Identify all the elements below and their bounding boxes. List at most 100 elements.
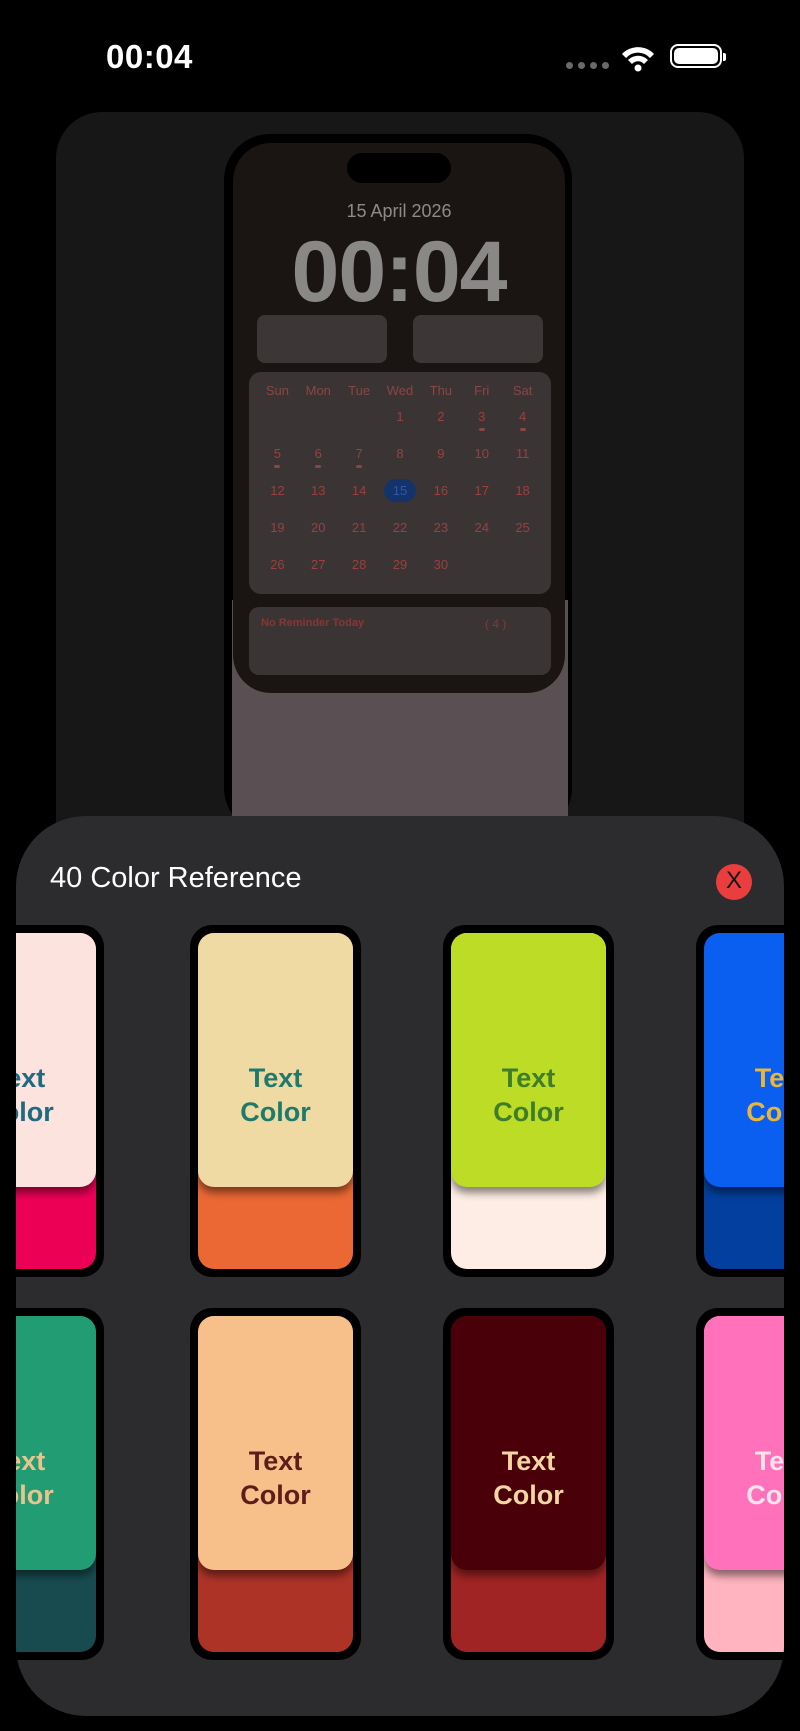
color-swatch-card[interactable]: Text Color: [696, 1308, 784, 1660]
preview-date: 15 April 2026: [346, 201, 452, 221]
calendar-day[interactable]: 27: [298, 550, 339, 587]
swatch-text-line: Text: [754, 1446, 784, 1476]
swatch-text-line: Color: [240, 1480, 311, 1510]
swatch-text-line: Text: [501, 1446, 556, 1476]
calendar-day[interactable]: 7: [339, 439, 380, 476]
swatch-text-line: Color: [16, 1480, 54, 1510]
calendar-grid: Sun Mon Tue Wed Thu Fri Sat 1 2 3 4 5 6 7 8 9 10 11 12 13 14…: [257, 380, 543, 587]
dynamic-island: [347, 153, 451, 183]
calendar-day[interactable]: 21: [339, 513, 380, 550]
cellular-signal-icon: [566, 62, 609, 69]
swatch-main-color: Text Color: [704, 1316, 784, 1570]
calendar-day[interactable]: 1: [380, 402, 421, 439]
calendar-weekday: Sun: [265, 383, 289, 398]
color-swatch-card[interactable]: Text Color: [190, 1308, 361, 1660]
calendar-day[interactable]: 19: [257, 513, 298, 550]
calendar-day[interactable]: 11: [502, 439, 543, 476]
close-button[interactable]: X: [716, 864, 752, 900]
swatch-main-color: Text Color: [704, 933, 784, 1187]
color-swatch-card[interactable]: Text Color: [16, 1308, 104, 1660]
preview-widget-right: [413, 315, 543, 363]
calendar-day[interactable]: 24: [461, 513, 502, 550]
calendar-day[interactable]: 26: [257, 550, 298, 587]
swatch-text-line: Text: [501, 1063, 556, 1093]
calendar-event-marker: [356, 465, 363, 468]
swatch-text-line: Text: [248, 1446, 303, 1476]
calendar-day[interactable]: 2: [420, 402, 461, 439]
swatch-main-color: Text Color: [198, 1316, 353, 1570]
calendar-day[interactable]: 16: [420, 476, 461, 513]
calendar-day[interactable]: 6: [298, 439, 339, 476]
swatch-text-line: Text: [16, 1446, 46, 1476]
calendar-event-marker: [478, 428, 485, 431]
swatch-text-sample: Text Color: [451, 1444, 606, 1512]
swatch-text-line: Color: [493, 1480, 564, 1510]
swatch-text-line: Color: [240, 1097, 311, 1127]
calendar-day[interactable]: 17: [461, 476, 502, 513]
calendar-day[interactable]: 30: [420, 550, 461, 587]
calendar-day[interactable]: 5: [257, 439, 298, 476]
wifi-icon: [622, 47, 654, 72]
swatch-text-sample: Text Color: [704, 1061, 784, 1129]
calendar-day[interactable]: 9: [420, 439, 461, 476]
swatch-main-color: Text Color: [451, 933, 606, 1187]
battery-icon: [670, 44, 726, 68]
swatch-text-sample: Text Color: [198, 1444, 353, 1512]
calendar-day[interactable]: 18: [502, 476, 543, 513]
color-swatch-card[interactable]: Text Color: [443, 1308, 614, 1660]
color-swatch-card[interactable]: Text Color: [16, 925, 104, 1277]
swatch-text-line: Color: [493, 1097, 564, 1127]
swatch-text-line: Text: [16, 1063, 46, 1093]
calendar-empty-cell: [298, 402, 339, 439]
swatch-main-color: Text Color: [16, 1316, 96, 1570]
calendar-day[interactable]: 14: [339, 476, 380, 513]
swatch-main-color: Text Color: [451, 1316, 606, 1570]
calendar-day[interactable]: 15: [380, 476, 421, 513]
swatch-text-sample: Text Color: [198, 1061, 353, 1129]
calendar-day[interactable]: 4: [502, 402, 543, 439]
calendar-empty-cell: [339, 402, 380, 439]
calendar-empty-cell: [257, 402, 298, 439]
swatch-text-sample: Text Color: [451, 1061, 606, 1129]
calendar-day[interactable]: 25: [502, 513, 543, 550]
calendar-weekday: Tue: [348, 383, 371, 398]
reminder-count: ( 4 ): [485, 617, 507, 631]
calendar-widget: Sun Mon Tue Wed Thu Fri Sat 1 2 3 4 5 6 7 8 9 10 11 12 13 14…: [249, 372, 551, 594]
swatch-text-line: Color: [746, 1480, 784, 1510]
swatch-main-color: Text Color: [16, 933, 96, 1187]
calendar-day[interactable]: 12: [257, 476, 298, 513]
calendar-day[interactable]: 8: [380, 439, 421, 476]
calendar-day[interactable]: 10: [461, 439, 502, 476]
calendar-event-marker: [519, 428, 526, 431]
swatch-main-color: Text Color: [198, 933, 353, 1187]
reminder-text: No Reminder Today: [261, 617, 365, 629]
preview-widget-left: [257, 315, 387, 363]
swatch-text-sample: Text Color: [16, 1061, 96, 1129]
status-time: 00:04: [106, 38, 193, 75]
swatch-text-line: Color: [16, 1097, 54, 1127]
calendar-event-marker: [274, 465, 281, 468]
color-swatch-card[interactable]: Text Color: [190, 925, 361, 1277]
swatch-text-sample: Text Color: [704, 1444, 784, 1512]
reminder-widget: No Reminder Today ( 4 ): [249, 607, 551, 675]
calendar-day[interactable]: 22: [380, 513, 421, 550]
calendar-day[interactable]: 23: [420, 513, 461, 550]
calendar-event-marker: [315, 465, 322, 468]
color-reference-sheet: 40 Color Reference X Text Color Text Color T…: [16, 816, 784, 1716]
calendar-day[interactable]: 28: [339, 550, 380, 587]
lock-screen-preview: 15 April 2026 00:04 Sun Mon Tue Wed Thu Fri Sa…: [233, 143, 565, 693]
calendar-day[interactable]: 13: [298, 476, 339, 513]
calendar-weekday: Thu: [429, 383, 453, 398]
calendar-day[interactable]: 20: [298, 513, 339, 550]
color-swatch-card[interactable]: Text Color: [696, 925, 784, 1277]
calendar-day[interactable]: 29: [380, 550, 421, 587]
calendar-weekday: Sat: [512, 383, 533, 398]
sheet-title: 40 Color Reference: [50, 862, 302, 894]
preview-clock: 00:04: [291, 224, 508, 320]
calendar-day[interactable]: 3: [461, 402, 502, 439]
swatch-text-line: Text: [754, 1063, 784, 1093]
swatch-text-line: Color: [746, 1097, 784, 1127]
calendar-weekday: Mon: [305, 383, 331, 398]
color-swatch-card[interactable]: Text Color: [443, 925, 614, 1277]
calendar-weekday: Fri: [474, 383, 490, 398]
